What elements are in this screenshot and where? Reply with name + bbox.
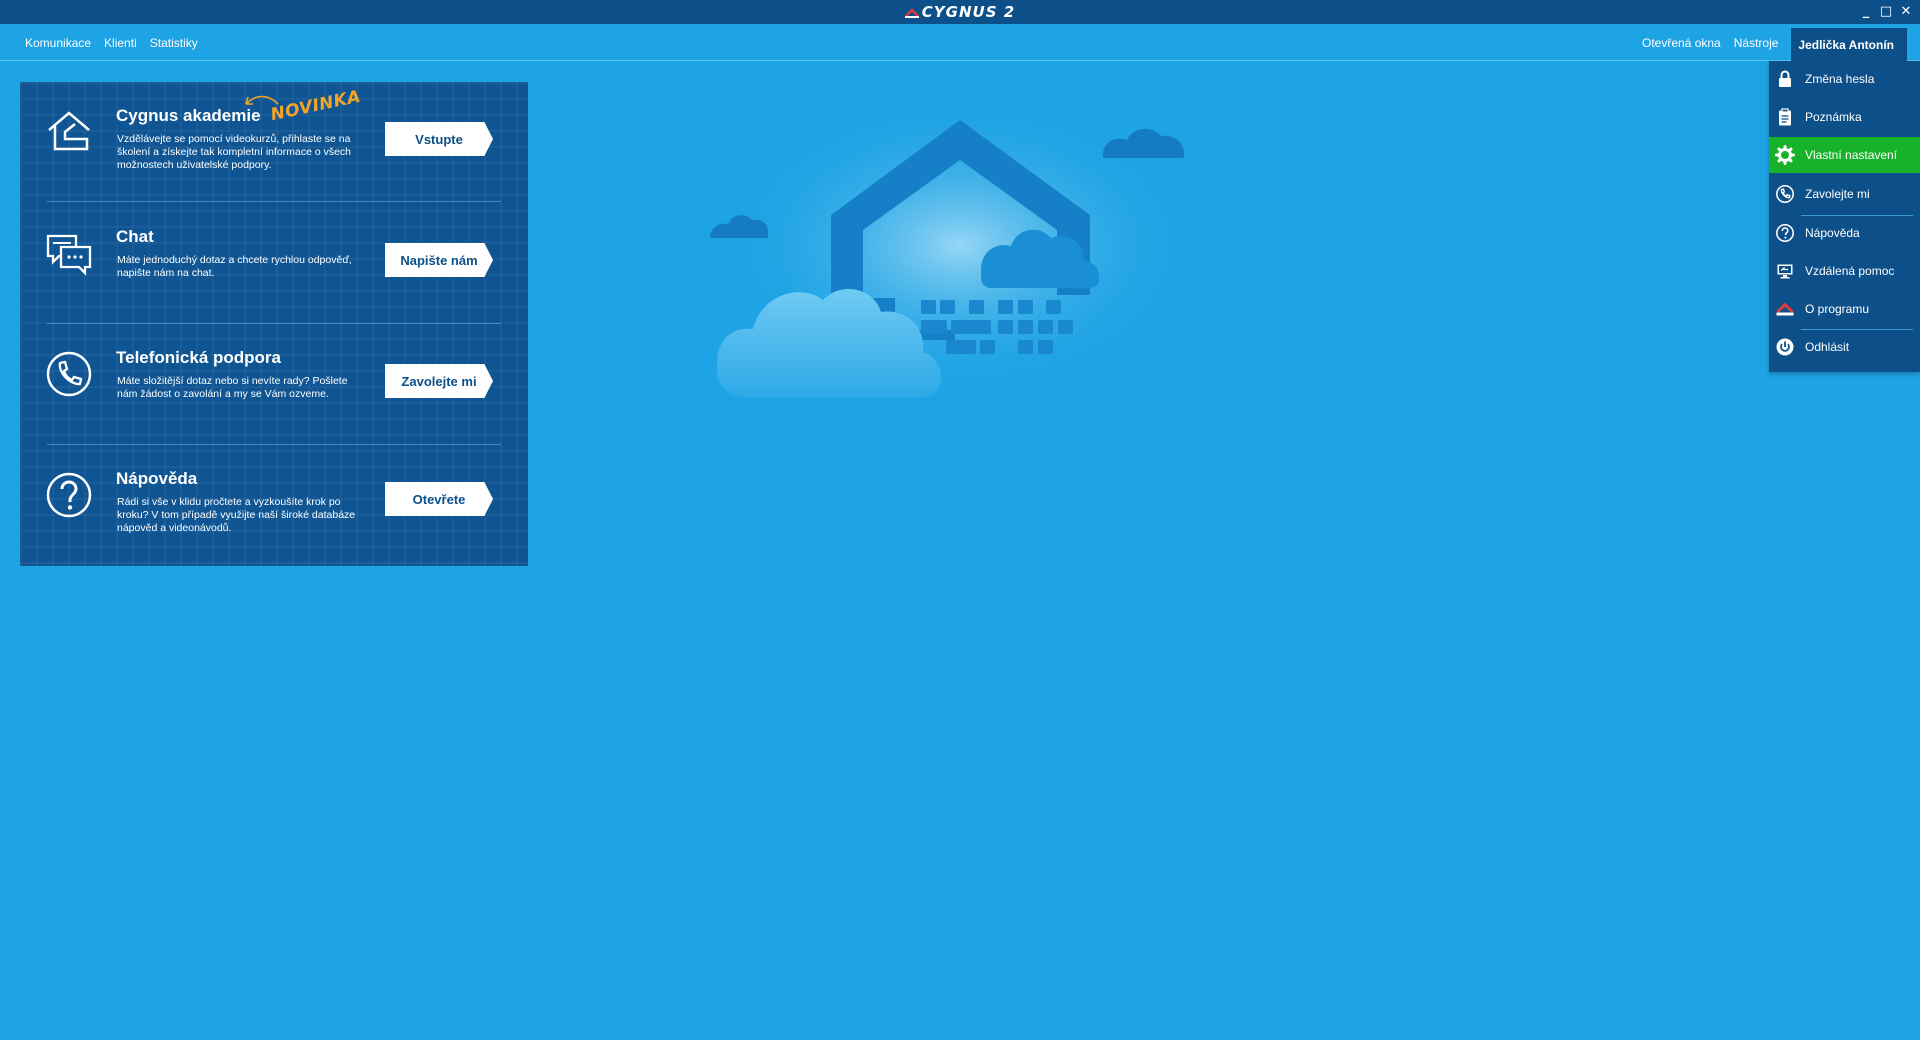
- help-icon: [1776, 224, 1794, 242]
- house-icon: [48, 111, 90, 151]
- window-controls: _ □ ✕: [1858, 2, 1914, 20]
- power-icon: [1776, 338, 1794, 356]
- dropdown-label: Odhlásit: [1805, 340, 1850, 354]
- dropdown-item-o-programu[interactable]: O programu: [1769, 291, 1920, 327]
- napiste-nam-button[interactable]: Napište nám: [385, 243, 493, 277]
- menu-klienti[interactable]: Klienti: [104, 36, 137, 50]
- menu-komunikace[interactable]: Komunikace: [25, 36, 91, 50]
- section-help: Nápověda Rádi si vše v klidu pročtete a …: [20, 445, 528, 566]
- section-phone: Telefonická podpora Máte složitější dota…: [20, 324, 528, 445]
- menu-nastroje[interactable]: Nástroje: [1734, 36, 1779, 50]
- app-logo-icon: [904, 8, 919, 18]
- user-menu[interactable]: Jedlička Antonín: [1791, 28, 1907, 61]
- phone-icon: [46, 351, 92, 397]
- gear-icon: [1775, 145, 1795, 165]
- menu-otevrena-okna[interactable]: Otevřená okna: [1642, 36, 1721, 50]
- divider: [47, 201, 501, 202]
- otevrete-button[interactable]: Otevřete: [385, 482, 493, 516]
- section-chat: Chat Máte jednoduchý dotaz a chcete rych…: [20, 203, 528, 324]
- app-logo-icon: [1776, 302, 1794, 316]
- app-title: CYGNUS 2: [921, 3, 1016, 21]
- section-title: Chat: [116, 227, 154, 246]
- dropdown-item-odhlasit[interactable]: Odhlásit: [1769, 329, 1920, 365]
- dropdown-item-zavolejte-mi[interactable]: Zavolejte mi: [1769, 176, 1920, 212]
- section-description: Máte jednoduchý dotaz a chcete rychlou o…: [117, 254, 352, 279]
- maximize-button[interactable]: □: [1878, 2, 1894, 20]
- section-description: Rádi si vše v klidu pročtete a vyzkoušít…: [117, 496, 356, 534]
- section-description: Máte složitější dotaz nebo si nevíte rad…: [117, 375, 348, 400]
- dropdown-label: O programu: [1805, 302, 1870, 316]
- arrow-icon: [245, 95, 279, 105]
- dropdown-label: Změna hesla: [1805, 72, 1875, 86]
- section-title: Cygnus akademie: [116, 106, 261, 125]
- app-logo: CYGNUS 2: [0, 3, 1920, 21]
- clipboard-icon: [1779, 108, 1791, 126]
- section-description: Vzdělávejte se pomocí videokurzů, přihla…: [117, 133, 352, 171]
- chat-icon: [46, 234, 92, 276]
- section-akademie: Cygnus akademie NOVINKA Vzdělávejte se p…: [20, 82, 528, 203]
- phone-icon: [1776, 185, 1794, 203]
- lock-icon: [1779, 70, 1791, 87]
- dropdown-item-poznamka[interactable]: Poznámka: [1769, 99, 1920, 135]
- right-menu: Otevřená okna Nástroje Jedlička Antonín: [1642, 24, 1920, 61]
- dropdown-label: Poznámka: [1805, 110, 1862, 124]
- title-bar: CYGNUS 2 _ □ ✕: [0, 0, 1920, 24]
- dropdown-label: Vlastní nastavení: [1805, 148, 1898, 162]
- user-dropdown-menu: Změna hesla Poznámka Vlastní nastavení Z…: [1769, 61, 1920, 372]
- zavolejte-mi-button[interactable]: Zavolejte mi: [385, 364, 493, 398]
- minimize-button[interactable]: _: [1858, 2, 1874, 20]
- close-button[interactable]: ✕: [1898, 2, 1914, 20]
- new-badge: NOVINKA: [268, 86, 363, 126]
- section-title: Nápověda: [116, 469, 198, 488]
- dropdown-item-napoveda[interactable]: Nápověda: [1769, 215, 1920, 251]
- dropdown-item-vzdalena-pomoc[interactable]: Vzdálená pomoc: [1769, 253, 1920, 289]
- help-icon: [46, 472, 92, 518]
- dropdown-label: Zavolejte mi: [1805, 187, 1870, 201]
- cloud-house-illustration: [710, 115, 1190, 405]
- menu-statistiky[interactable]: Statistiky: [150, 36, 198, 50]
- dropdown-item-zmena-hesla[interactable]: Změna hesla: [1769, 61, 1920, 97]
- vstupte-button[interactable]: Vstupte: [385, 122, 493, 156]
- support-panel: Cygnus akademie NOVINKA Vzdělávejte se p…: [20, 82, 528, 566]
- section-title: Telefonická podpora: [116, 348, 281, 367]
- dropdown-label: Nápověda: [1805, 226, 1860, 240]
- dropdown-label: Vzdálená pomoc: [1805, 264, 1895, 278]
- remote-screen-icon: [1777, 264, 1793, 279]
- dropdown-item-vlastni-nastaveni[interactable]: Vlastní nastavení: [1769, 137, 1920, 173]
- main-menu: Komunikace Klienti Statistiky: [25, 24, 198, 61]
- menu-bar: Komunikace Klienti Statistiky Otevřená o…: [0, 24, 1920, 61]
